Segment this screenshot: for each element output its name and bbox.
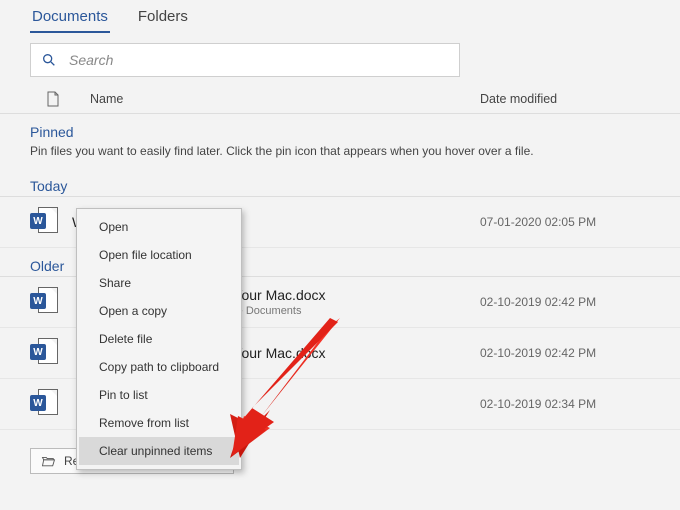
ctx-copy-path[interactable]: Copy path to clipboard (79, 353, 239, 381)
ctx-share[interactable]: Share (79, 269, 239, 297)
file-modified: 02-10-2019 02:42 PM (480, 346, 650, 360)
ctx-delete-file[interactable]: Delete file (79, 325, 239, 353)
search-input[interactable]: Search (30, 43, 460, 77)
ctx-pin-to-list[interactable]: Pin to list (79, 381, 239, 409)
ctx-open-file-location[interactable]: Open file location (79, 241, 239, 269)
column-headers: Name Date modified (0, 85, 680, 114)
ctx-open-a-copy[interactable]: Open a copy (79, 297, 239, 325)
search-placeholder: Search (69, 52, 113, 68)
ctx-clear-unpinned[interactable]: Clear unpinned items (79, 437, 239, 465)
ctx-remove-from-list[interactable]: Remove from list (79, 409, 239, 437)
file-icon (46, 91, 60, 107)
file-path: ve » Documents (222, 305, 466, 317)
ctx-open[interactable]: Open (79, 213, 239, 241)
column-name[interactable]: Name (60, 92, 480, 106)
word-icon: W (30, 207, 58, 237)
section-pinned-hint: Pin files you want to easily find later.… (0, 142, 680, 168)
context-menu: Open Open file location Share Open a cop… (76, 208, 242, 470)
tab-folders[interactable]: Folders (136, 6, 190, 33)
tabs: Documents Folders (0, 0, 680, 33)
tab-documents[interactable]: Documents (30, 6, 110, 33)
file-modified: 02-10-2019 02:42 PM (480, 295, 650, 309)
search-icon (41, 52, 57, 68)
file-modified: 07-01-2020 02:05 PM (480, 215, 650, 229)
column-modified[interactable]: Date modified (480, 92, 650, 106)
section-today-title: Today (0, 168, 680, 196)
word-icon: W (30, 389, 58, 419)
section-pinned-title: Pinned (0, 114, 680, 142)
folder-open-icon (41, 455, 56, 467)
file-name: n Your Mac.docx (222, 287, 466, 303)
file-modified: 02-10-2019 02:34 PM (480, 397, 650, 411)
word-icon: W (30, 287, 58, 317)
word-icon: W (30, 338, 58, 368)
file-name: n Your Mac.docx (222, 345, 466, 361)
